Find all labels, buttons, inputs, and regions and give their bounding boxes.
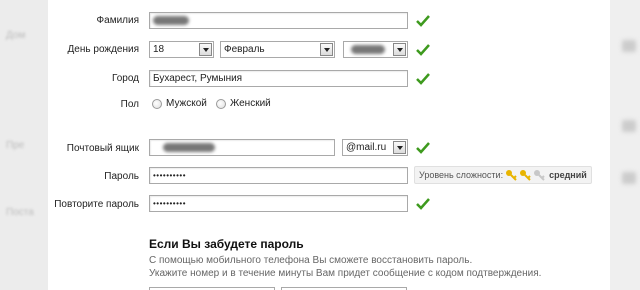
check-icon: [416, 198, 430, 210]
birthday-month-select[interactable]: Февраль: [220, 41, 335, 58]
phone-fields-partial: [149, 285, 449, 290]
recovery-hint-line1: С помощью мобильного телефона Вы сможете…: [149, 255, 473, 266]
birthday-label: День рождения: [67, 44, 139, 55]
city-input[interactable]: Бухарест, Румыния: [149, 70, 408, 87]
background-blur-text: Поста: [6, 207, 34, 218]
password-strength-indicator: Уровень сложности: средний: [414, 166, 592, 184]
background-page: Дом Пре Поста: [0, 0, 48, 290]
radio-button[interactable]: [216, 98, 226, 109]
gender-female-option[interactable]: Женский: [216, 98, 271, 109]
city-label: Город: [111, 73, 139, 84]
key-icon: [534, 170, 545, 181]
surname-input[interactable]: [149, 12, 408, 29]
check-icon: [416, 44, 430, 56]
mailbox-label: Почтовый ящик: [66, 143, 139, 154]
mailbox-input[interactable]: [149, 139, 335, 156]
surname-label: Фамилия: [96, 15, 139, 26]
background-blur-text: Дом: [6, 30, 26, 41]
radio-button[interactable]: [152, 98, 162, 109]
repeat-password-label: Повторите пароль: [54, 199, 139, 210]
birthday-day-value: 18: [153, 44, 165, 55]
gender-label: Пол: [120, 99, 139, 110]
birthday-year-select[interactable]: [343, 41, 408, 58]
birthday-month-value: Февраль: [224, 44, 265, 55]
background-blur-text: Пре: [6, 140, 25, 151]
repeat-password-input[interactable]: ••••••••••: [149, 195, 408, 212]
password-label: Пароль: [104, 171, 139, 182]
password-input[interactable]: ••••••••••: [149, 167, 408, 184]
recovery-title: Если Вы забудете пароль: [149, 237, 304, 251]
redacted-text: [351, 44, 385, 54]
gender-male-option[interactable]: Мужской: [152, 98, 207, 109]
recovery-hint-line2: Укажите номер и в течение минуты Вам при…: [149, 268, 542, 279]
key-icon: [506, 170, 517, 181]
mail-domain-value: @mail.ru: [346, 142, 387, 153]
gender-male-label: Мужской: [166, 98, 207, 109]
chevron-down-icon[interactable]: [393, 141, 406, 154]
chevron-down-icon[interactable]: [393, 43, 406, 56]
mail-domain-select[interactable]: @mail.ru: [342, 139, 408, 156]
check-icon: [416, 73, 430, 85]
birthday-day-select[interactable]: 18: [149, 41, 214, 58]
check-icon: [416, 15, 430, 27]
redacted-text: [163, 142, 215, 152]
registration-form: Фамилия День рождения 18 Февраль Город Б…: [48, 0, 610, 290]
gender-female-label: Женский: [230, 98, 271, 109]
check-icon: [416, 142, 430, 154]
chevron-down-icon[interactable]: [199, 43, 212, 56]
strength-label: Уровень сложности:: [419, 170, 504, 180]
strength-value: средний: [549, 170, 587, 180]
background-page-right: [610, 0, 640, 290]
key-icon: [520, 170, 531, 181]
redacted-text: [153, 15, 189, 25]
chevron-down-icon[interactable]: [320, 43, 333, 56]
